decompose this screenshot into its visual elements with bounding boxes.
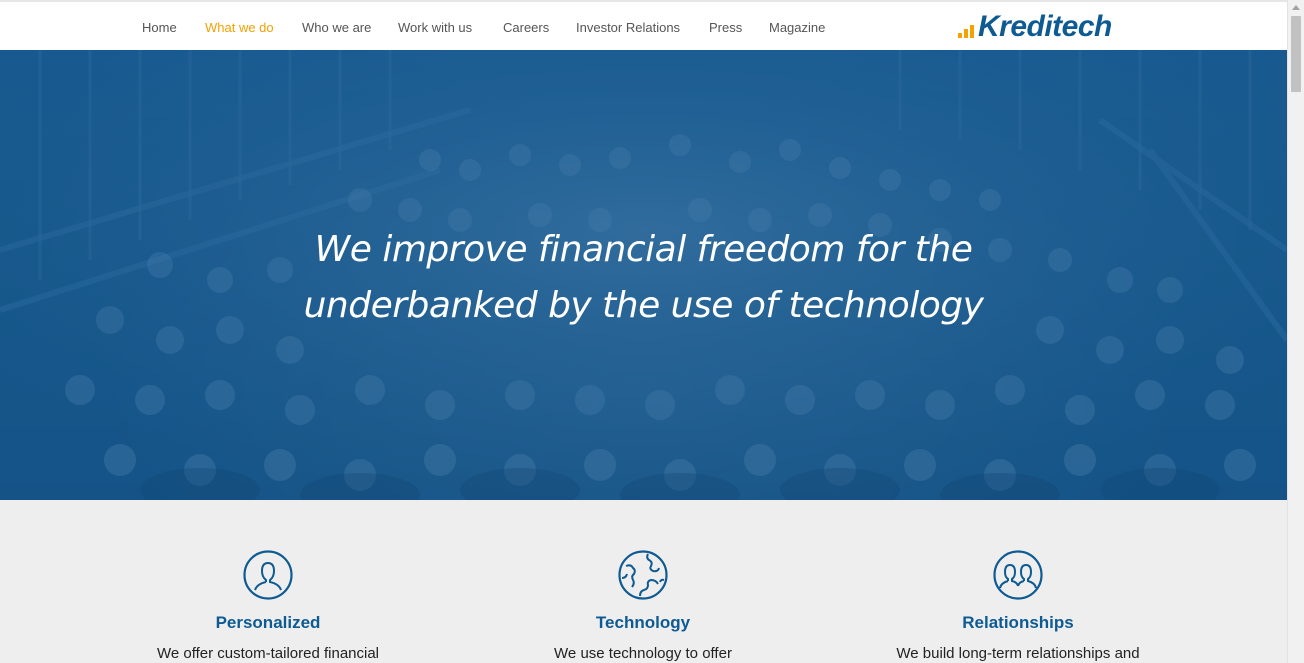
bar-chart-icon <box>958 25 974 38</box>
people-icon <box>993 550 1043 600</box>
hero-line-1: We improve financial freedom for the <box>314 229 973 270</box>
nav-who-we-are[interactable]: Who we are <box>302 20 371 35</box>
page-scrollbar[interactable] <box>1287 0 1304 663</box>
feature-title: Personalized <box>215 613 321 632</box>
kreditech-logo[interactable]: Kreditech <box>958 10 1112 44</box>
nav-magazine[interactable]: Magazine <box>769 20 825 35</box>
scroll-up-arrow-icon[interactable] <box>1292 5 1300 10</box>
feature-text: We use technology to offer <box>554 645 732 662</box>
person-icon <box>243 550 293 600</box>
scrollbar-thumb[interactable] <box>1291 16 1301 92</box>
hero-headline: We improve financial freedom for the und… <box>0 222 1287 334</box>
hero-line-2: underbanked by the use of technology <box>303 285 984 326</box>
globe-icon <box>618 550 668 600</box>
nav-investor-relations[interactable]: Investor Relations <box>576 20 680 35</box>
nav-careers[interactable]: Careers <box>503 20 549 35</box>
feature-text: We offer custom-tailored financial <box>156 645 380 662</box>
feature-title: Technology <box>595 613 691 632</box>
feature-text: We build long-term relationships and <box>896 645 1140 662</box>
site-header: Home What we do Who we are Work with us … <box>0 0 1287 50</box>
hero-banner: We improve financial freedom for the und… <box>0 50 1287 500</box>
nav-press[interactable]: Press <box>709 20 742 35</box>
features-section: Personalized We offer custom-tailored fi… <box>0 500 1287 663</box>
nav-work-with-us[interactable]: Work with us <box>398 20 472 35</box>
nav-what-we-do[interactable]: What we do <box>205 20 274 35</box>
logo-text: Kreditech <box>978 10 1112 43</box>
feature-title: Relationships <box>962 613 1074 632</box>
nav-home[interactable]: Home <box>142 20 177 35</box>
